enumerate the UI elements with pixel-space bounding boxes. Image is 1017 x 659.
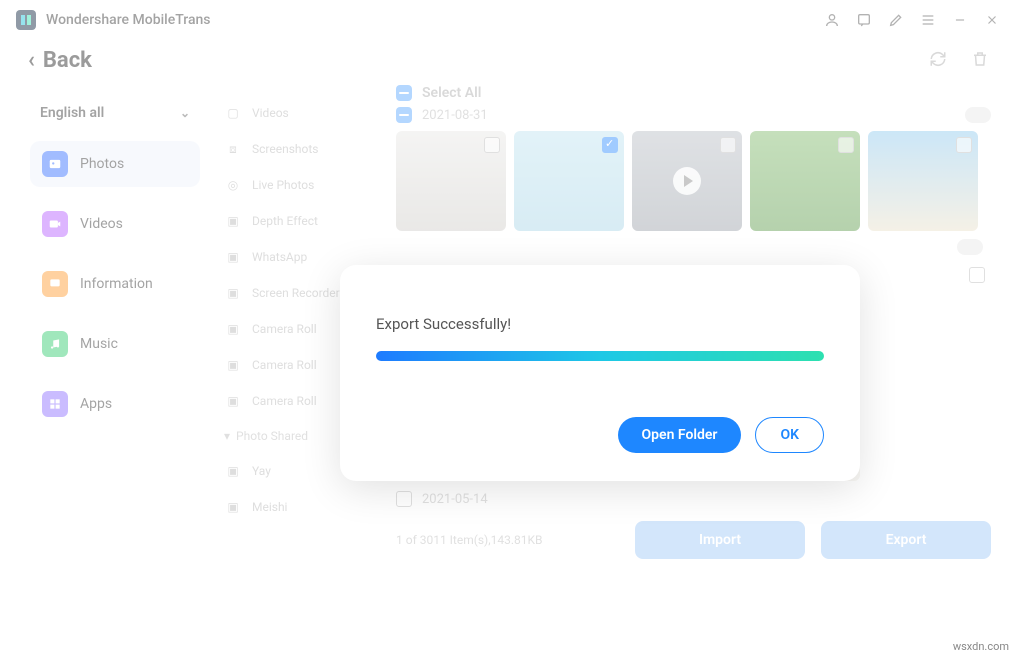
chevron-left-icon: ‹ xyxy=(28,48,35,73)
language-dropdown[interactable]: English all ⌄ xyxy=(30,99,200,127)
camera-icon: ▣ xyxy=(224,356,242,374)
chevron-down-icon: ⌄ xyxy=(180,106,190,120)
album-item-depth-effect[interactable]: ▣Depth Effect xyxy=(216,203,384,239)
sidebar-item-videos[interactable]: Videos xyxy=(30,201,200,247)
app-logo xyxy=(16,10,36,30)
thumb-checkbox[interactable] xyxy=(602,137,618,153)
account-icon[interactable] xyxy=(823,11,841,29)
open-folder-button[interactable]: Open Folder xyxy=(618,417,742,453)
music-icon xyxy=(42,331,68,357)
thumb-checkbox[interactable] xyxy=(484,137,500,153)
album-item-screenshots[interactable]: ⧈Screenshots xyxy=(216,131,384,167)
sidebar-item-label: Music xyxy=(80,336,118,352)
album-item-live-photos[interactable]: ◎Live Photos xyxy=(216,167,384,203)
thumb-checkbox[interactable] xyxy=(838,137,854,153)
depth-icon: ▣ xyxy=(224,212,242,230)
back-label: Back xyxy=(43,48,92,73)
photos-icon xyxy=(42,151,68,177)
date-label: 2021-08-31 xyxy=(422,108,488,123)
date-label: 2021-05-14 xyxy=(422,492,488,507)
ok-button[interactable]: OK xyxy=(755,417,824,453)
photo-thumb[interactable] xyxy=(396,131,506,231)
photo-thumb[interactable] xyxy=(881,261,991,361)
live-icon: ◎ xyxy=(224,176,242,194)
thumb-checkbox[interactable] xyxy=(956,137,972,153)
date-group-row[interactable]: 2021-08-31 xyxy=(396,107,991,123)
album-item-videos[interactable]: ▢Videos xyxy=(216,95,384,131)
close-icon[interactable] xyxy=(983,11,1001,29)
photo-thumb[interactable] xyxy=(868,131,978,231)
sidebar-item-label: Information xyxy=(80,276,153,292)
date-checkbox[interactable] xyxy=(396,491,412,507)
camera-icon: ▣ xyxy=(224,320,242,338)
progress-bar xyxy=(376,351,824,361)
title-bar: Wondershare MobileTrans xyxy=(0,0,1017,40)
shared-icon: ▣ xyxy=(224,462,242,480)
watermark: wsxdn.com xyxy=(953,640,1009,653)
count-pill xyxy=(965,107,991,123)
select-all-label: Select All xyxy=(422,85,481,101)
feedback-icon[interactable] xyxy=(855,11,873,29)
select-all-row[interactable]: Select All xyxy=(396,85,991,101)
sidebar-item-label: Videos xyxy=(80,216,123,232)
folder-icon: ▢ xyxy=(224,104,242,122)
information-icon xyxy=(42,271,68,297)
videos-icon xyxy=(42,211,68,237)
count-pill xyxy=(957,239,983,255)
recorder-icon: ▣ xyxy=(224,284,242,302)
screenshot-icon: ⧈ xyxy=(224,140,242,158)
status-text: 1 of 3011 Item(s),143.81KB xyxy=(396,533,542,547)
footer-bar: 1 of 3011 Item(s),143.81KB Import Export xyxy=(396,521,991,559)
sidebar-item-music[interactable]: Music xyxy=(30,321,200,367)
export-button[interactable]: Export xyxy=(821,521,991,559)
chevron-down-icon: ▾ xyxy=(224,429,230,443)
sidebar-item-label: Apps xyxy=(80,396,112,412)
sidebar-item-photos[interactable]: Photos xyxy=(30,141,200,187)
camera-icon: ▣ xyxy=(224,392,242,410)
play-icon xyxy=(673,167,701,195)
photo-thumb[interactable] xyxy=(750,131,860,231)
sidebar-item-label: Photos xyxy=(80,156,124,172)
thumb-checkbox[interactable] xyxy=(720,137,736,153)
back-row: ‹ Back xyxy=(0,40,1017,85)
select-all-checkbox[interactable] xyxy=(396,85,412,101)
thumb-checkbox[interactable] xyxy=(969,267,985,283)
category-sidebar: English all ⌄ Photos Videos Information … xyxy=(20,85,210,624)
minimize-icon[interactable] xyxy=(951,11,969,29)
menu-icon[interactable] xyxy=(919,11,937,29)
back-button[interactable]: ‹ Back xyxy=(28,48,92,73)
refresh-icon[interactable] xyxy=(929,50,947,72)
photo-thumb[interactable] xyxy=(514,131,624,231)
dialog-title: Export Successfully! xyxy=(376,315,824,333)
whatsapp-icon: ▣ xyxy=(224,248,242,266)
photo-gallery xyxy=(396,131,991,231)
date-checkbox[interactable] xyxy=(396,107,412,123)
dropdown-label: English all xyxy=(40,105,104,121)
album-item-shared[interactable]: ▣Meishi xyxy=(216,489,384,525)
import-button[interactable]: Import xyxy=(635,521,805,559)
export-success-dialog: Export Successfully! Open Folder OK xyxy=(340,265,860,481)
delete-icon[interactable] xyxy=(971,50,989,72)
date-group-row[interactable]: 2021-05-14 xyxy=(396,491,991,507)
shared-icon: ▣ xyxy=(224,498,242,516)
sidebar-item-information[interactable]: Information xyxy=(30,261,200,307)
app-title: Wondershare MobileTrans xyxy=(46,12,211,28)
edit-icon[interactable] xyxy=(887,11,905,29)
apps-icon xyxy=(42,391,68,417)
sidebar-item-apps[interactable]: Apps xyxy=(30,381,200,427)
photo-thumb[interactable] xyxy=(632,131,742,231)
